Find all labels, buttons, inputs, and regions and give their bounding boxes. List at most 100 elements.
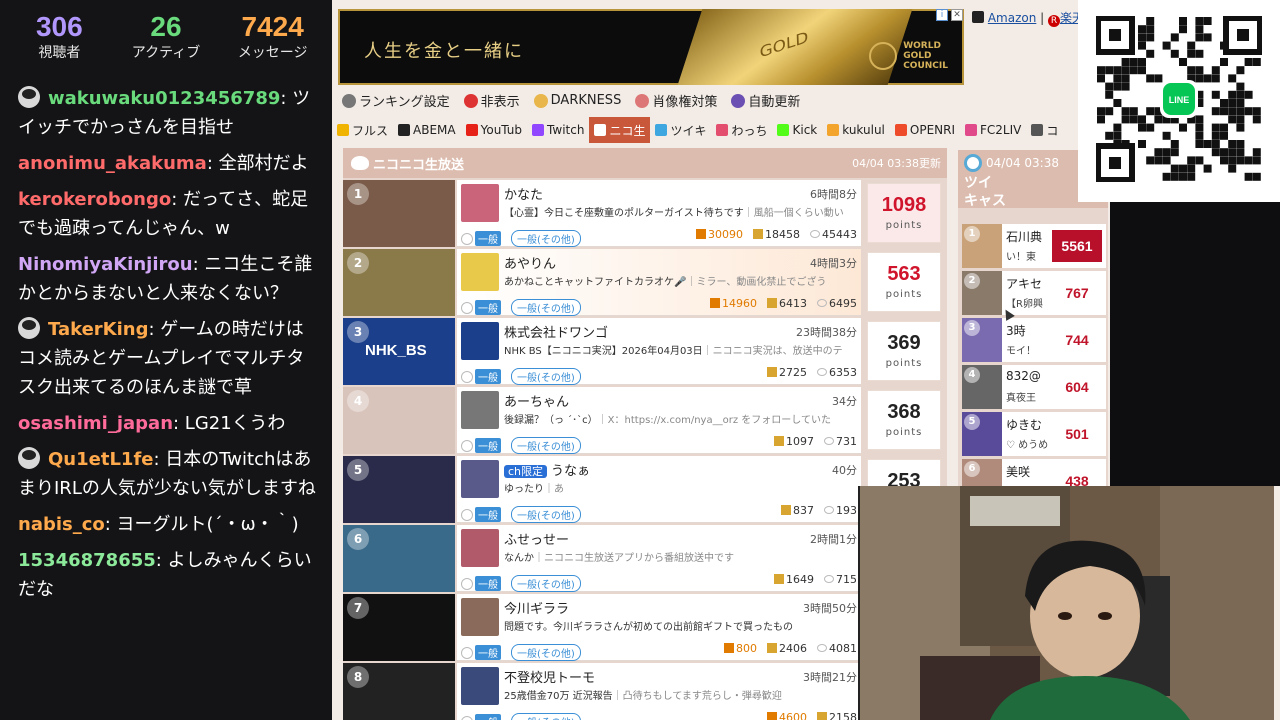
category-other-tag[interactable]: 一般(その他) bbox=[511, 506, 581, 523]
platform-tab-8[interactable]: kukulul bbox=[822, 117, 890, 143]
twicas-thumbnail[interactable]: 1 bbox=[962, 224, 1002, 268]
ranking-row[interactable]: 5ch限定うなぁゆったり｜あ40分一般一般(その他)837193253point… bbox=[343, 456, 947, 523]
ranking-row[interactable]: 6 ふせっせー なんか｜ニコニコ生放送アプリから番組放送中です 2時間1分 一般 一般(そ… bbox=[343, 525, 947, 592]
toolbar-button-2[interactable]: DARKNESS bbox=[530, 89, 626, 112]
broadcaster-name[interactable]: あーちゃん bbox=[504, 391, 784, 410]
stream-thumbnail[interactable]: 2 bbox=[343, 249, 455, 316]
ad-banner[interactable]: GOLD 人生を金と一緒に WORLD GOLD COUNCIL bbox=[338, 9, 964, 85]
stream-thumbnail[interactable]: 5 bbox=[343, 456, 455, 523]
broadcaster-avatar[interactable] bbox=[461, 253, 499, 291]
twicas-row[interactable]: 4 832@ 真夜王 604 bbox=[962, 365, 1106, 409]
category-other-tag[interactable]: 一般(その他) bbox=[511, 437, 581, 454]
platform-tab-5[interactable]: ツイキ bbox=[650, 117, 711, 143]
category-general-tag[interactable]: 一般 bbox=[475, 507, 501, 522]
category-other-tag[interactable]: 一般(その他) bbox=[511, 299, 581, 316]
twicas-thumbnail[interactable]: 3 bbox=[962, 318, 1002, 362]
platform-logo-icon bbox=[716, 124, 729, 136]
category-general-tag[interactable]: 一般 bbox=[475, 300, 501, 315]
toolbar-button-0[interactable]: ランキング設定 bbox=[338, 89, 454, 112]
platform-tab-10[interactable]: FC2LIV bbox=[960, 117, 1026, 143]
broadcaster-avatar[interactable] bbox=[461, 184, 499, 222]
broadcaster-avatar[interactable] bbox=[461, 460, 499, 498]
toolbar-button-1[interactable]: 非表示 bbox=[460, 89, 524, 112]
platform-tab-6[interactable]: わっち bbox=[711, 117, 772, 143]
twicas-row[interactable]: 3 3時 モイ！ 744 bbox=[962, 318, 1106, 362]
twicas-thumbnail[interactable]: 5 bbox=[962, 412, 1002, 456]
info-icon[interactable]: i bbox=[936, 9, 948, 21]
platform-tab-label: Kick bbox=[792, 123, 818, 137]
broadcaster-name[interactable]: 株式会社ドワンゴ bbox=[504, 322, 784, 341]
stream-card[interactable]: あやりん あかねことキャットファイトカラオケ🎤｜ミラー、動画化禁止でござう 4時間3… bbox=[457, 249, 861, 316]
twicas-row[interactable]: 5 ゆきむ ♡ めうめ 501 bbox=[962, 412, 1106, 456]
twicas-name[interactable]: 美咲 bbox=[1006, 463, 1048, 480]
close-icon[interactable]: ✕ bbox=[951, 9, 963, 21]
twicas-name[interactable]: 石川典 bbox=[1006, 228, 1048, 245]
category-other-tag[interactable]: 一般(その他) bbox=[511, 575, 581, 592]
stream-thumbnail[interactable]: NHK_BS 3 bbox=[343, 318, 455, 385]
twicas-row[interactable]: 1 石川典 い！東 5561 bbox=[962, 224, 1106, 268]
stream-card[interactable]: あーちゃん 後録漏？（っ ´･`c）｜X：https://x.com/nya__o… bbox=[457, 387, 861, 454]
category-other-tag[interactable]: 一般(その他) bbox=[511, 713, 581, 720]
broadcaster-name[interactable]: ch限定 うなぁ bbox=[504, 460, 784, 479]
broadcaster-avatar[interactable] bbox=[461, 322, 499, 360]
twicas-thumbnail[interactable]: 2 bbox=[962, 271, 1002, 315]
broadcaster-name[interactable]: ふせっせー bbox=[504, 529, 784, 548]
broadcaster-name[interactable]: 今川ギララ bbox=[504, 598, 784, 617]
amazon-link[interactable]: Amazon bbox=[988, 11, 1037, 25]
twicas-thumbnail[interactable]: 4 bbox=[962, 365, 1002, 409]
twicas-name[interactable]: ゆきむ bbox=[1006, 416, 1048, 433]
stream-card[interactable]: ふせっせー なんか｜ニコニコ生放送アプリから番組放送中です 2時間1分 一般 一般(その… bbox=[457, 525, 861, 592]
stream-card[interactable]: ch限定 うなぁ ゆったり｜あ 40分 一般 一般(その他) 837 193 bbox=[457, 456, 861, 523]
category-general-tag[interactable]: 一般 bbox=[475, 369, 501, 384]
category-general-tag[interactable]: 一般 bbox=[475, 645, 501, 660]
ad-choices[interactable]: i ✕ bbox=[936, 9, 963, 21]
comment-count: 6353 bbox=[817, 366, 857, 379]
toolbar-button-3[interactable]: 肖像権対策 bbox=[631, 89, 721, 112]
toolbar-button-4[interactable]: 自動更新 bbox=[727, 89, 804, 112]
platform-tab-2[interactable]: YouTub bbox=[461, 117, 527, 143]
category-tags: 一般一般(その他) bbox=[461, 368, 581, 385]
platform-tab-3[interactable]: Twitch bbox=[527, 117, 589, 143]
broadcaster-name[interactable]: 不登校児トーモ bbox=[504, 667, 784, 686]
stream-thumbnail[interactable]: 1 bbox=[343, 180, 455, 247]
platform-tab-7[interactable]: Kick bbox=[772, 117, 822, 143]
twicas-name[interactable]: 832@ bbox=[1006, 369, 1048, 383]
broadcaster-avatar[interactable] bbox=[461, 391, 499, 429]
category-general-tag[interactable]: 一般 bbox=[475, 231, 501, 246]
stream-card[interactable]: 今川ギララ 問題です。今川ギララさんが初めての出前館ギフトで買ったもの 3時間50分… bbox=[457, 594, 861, 661]
stream-thumbnail[interactable]: 6 bbox=[343, 525, 455, 592]
ranking-row[interactable]: 1 かなた 【心霊】今日こそ座敷童のポルターガイスト待ちです｜風船一個くらい動い 6時… bbox=[343, 180, 947, 247]
category-general-tag[interactable]: 一般 bbox=[475, 714, 501, 720]
category-general-tag[interactable]: 一般 bbox=[475, 576, 501, 591]
chat-text: : 全部村だよ bbox=[206, 153, 309, 174]
ranking-row[interactable]: 4 あーちゃん 後録漏？（っ ´･`c）｜X：https://x.com/nya__… bbox=[343, 387, 947, 454]
stream-thumbnail[interactable]: 8 bbox=[343, 663, 455, 720]
stream-card[interactable]: 株式会社ドワンゴ NHK BS【ニコニコ実況】2026年04月03日｜ニコニコ実況… bbox=[457, 318, 861, 385]
broadcaster-name[interactable]: あやりん bbox=[504, 253, 784, 272]
platform-tab-9[interactable]: OPENRI bbox=[890, 117, 960, 143]
stream-thumbnail[interactable]: 4 bbox=[343, 387, 455, 454]
broadcaster-avatar[interactable] bbox=[461, 598, 499, 636]
category-other-tag[interactable]: 一般(その他) bbox=[511, 368, 581, 385]
platform-tab-11[interactable]: コ bbox=[1026, 117, 1063, 143]
category-other-tag[interactable]: 一般(その他) bbox=[511, 230, 581, 247]
category-general-tag[interactable]: 一般 bbox=[475, 438, 501, 453]
category-other-tag[interactable]: 一般(その他) bbox=[511, 644, 581, 661]
stream-card[interactable]: かなた 【心霊】今日こそ座敷童のポルターガイスト待ちです｜風船一個くらい動い 6時間… bbox=[457, 180, 861, 247]
ranking-row[interactable]: 8 不登校児トーモ 25歳借金70万 近況報告｜凸待ちもしてます荒らし・弾尋歓迎 3時… bbox=[343, 663, 947, 720]
broadcaster-avatar[interactable] bbox=[461, 529, 499, 567]
platform-tab-1[interactable]: ABEMA bbox=[393, 117, 461, 143]
stream-thumbnail[interactable]: 7 bbox=[343, 594, 455, 661]
ranking-row[interactable]: NHK_BS 3 株式会社ドワンゴ NHK BS【ニコニコ実況】2026年04月03日… bbox=[343, 318, 947, 385]
ad-headline: 人生を金と一緒に bbox=[364, 41, 524, 62]
twicas-name[interactable]: アキセ bbox=[1006, 275, 1048, 292]
twicas-name[interactable]: 3時 bbox=[1006, 322, 1048, 339]
platform-tab-4[interactable]: ニコ生 bbox=[589, 117, 651, 143]
broadcaster-avatar[interactable] bbox=[461, 667, 499, 705]
ranking-row[interactable]: 2 あやりん あかねことキャットファイトカラオケ🎤｜ミラー、動画化禁止でござう 4時間… bbox=[343, 249, 947, 316]
platform-tab-0[interactable]: フルス bbox=[332, 117, 393, 143]
stream-card[interactable]: 不登校児トーモ 25歳借金70万 近況報告｜凸待ちもしてます荒らし・弾尋歓迎 3時間… bbox=[457, 663, 861, 720]
ranking-row[interactable]: 7 今川ギララ 問題です。今川ギララさんが初めての出前館ギフトで買ったもの 3時間50… bbox=[343, 594, 947, 661]
twicas-row[interactable]: 2 アキセ 【R卵興 767 bbox=[962, 271, 1106, 315]
broadcaster-name[interactable]: かなた bbox=[504, 184, 784, 203]
